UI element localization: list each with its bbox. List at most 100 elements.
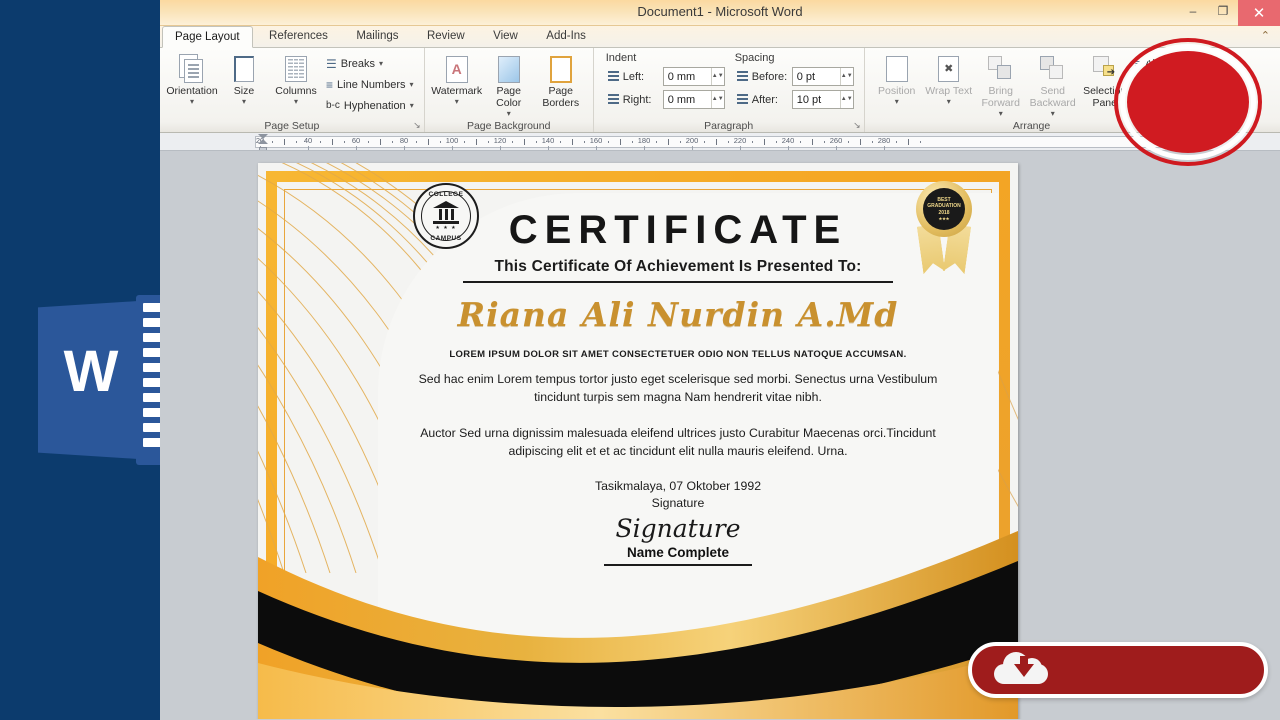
word-logo-fold: W [38,301,138,459]
screen-root: W Document1 - Microsoft Word – ❐ ✕ Page … [0,0,1280,720]
ruler-number: 220 [733,136,747,145]
indent-heading: Indent [605,52,637,64]
group-label-paragraph: Paragraph [704,120,754,132]
indent-marker[interactable] [258,134,268,150]
ruler-tick [488,141,489,143]
certificate-title: CERTIFICATE [508,208,848,252]
watermark-icon: A [431,53,483,85]
ruler-tab-stop[interactable] [356,146,357,150]
ruler-tab-stop[interactable] [500,146,501,150]
ruler-tab-stop[interactable] [788,146,789,150]
tab-view[interactable]: View [481,26,530,48]
indent-right-input[interactable]: 0 mm ▲▼ [662,90,725,109]
position-button[interactable]: Position ▾ [871,51,923,106]
hyphenation-button[interactable]: b‑c Hyphenation ▾ [322,95,418,116]
bring-forward-button[interactable]: Bring Forward ▾ [975,51,1027,118]
ruler-number: 240 [781,136,795,145]
certificate-paragraph-2: Auctor Sed urna dignissim malesuada elei… [420,425,936,458]
document-page[interactable]: COLLEGE ★ ★ ★ CAMPUS BEST GRADUATION 201… [258,163,1018,719]
wrap-text-button[interactable]: ✖ Wrap Text ▾ [923,51,975,106]
ruler-number: 60 [351,136,361,145]
breaks-button[interactable]: ☰ Breaks ▾ [322,53,418,74]
ruler-tick [536,141,537,143]
spacing-fields: Spacing Before: 0 pt ▲▼ After: 10 pt ▲▼ [729,51,858,113]
horizontal-ruler[interactable]: 20 40 60 80 100 120 140 160 180 200 220 240 260 280 [160,133,1280,151]
ruler-tick [776,141,777,143]
close-button[interactable]: ✕ [1238,0,1280,26]
ruler-tab-stop[interactable] [548,146,549,150]
ruler-tick [620,139,621,145]
ruler-tab-stop[interactable] [452,146,453,150]
record-button[interactable] [1114,38,1262,166]
page-color-button[interactable]: Page Color ▾ [483,51,535,118]
ruler-tick [680,141,681,143]
paragraph-dialog-launcher[interactable]: ↘ [853,120,861,131]
line-numbers-button[interactable]: ≡ Line Numbers ▾ [322,74,418,95]
page-color-icon [483,53,535,85]
indent-left-input[interactable]: 0 mm ▲▼ [662,67,725,86]
columns-button[interactable]: Columns ▾ [270,51,322,106]
cloud-download-icon [994,652,1048,688]
ruler-tab-stop[interactable] [692,146,693,150]
orientation-icon [166,53,218,85]
certificate-subtitle: This Certificate Of Achievement Is Prese… [494,258,862,275]
indent-left-stepper[interactable]: ▲▼ [710,68,724,85]
ruler-tick [800,141,801,143]
wrap-text-icon: ✖ [923,53,975,85]
ruler-tick [752,141,753,143]
spacing-after-input[interactable]: 10 pt ▲▼ [791,90,854,109]
collapse-ribbon-icon[interactable]: ⌃ [1261,29,1270,42]
tab-add-ins[interactable]: Add-Ins [534,26,598,48]
ruler-tab-stop[interactable] [836,146,837,150]
spacing-before-icon [733,70,748,83]
ruler-tick [320,141,321,143]
send-backward-button[interactable]: Send Backward ▾ [1027,51,1079,118]
ruler-number: 100 [445,136,459,145]
ruler-tab-stop[interactable] [404,146,405,150]
tab-review[interactable]: Review [415,26,477,48]
spacing-before-stepper[interactable]: ▲▼ [839,68,853,85]
watermark-button[interactable]: A Watermark ▾ [431,51,483,106]
ruler-tick [572,139,573,145]
orientation-button[interactable]: Orientation ▾ [166,51,218,106]
indent-right-stepper[interactable]: ▲▼ [710,91,724,108]
ruler-tick [728,141,729,143]
ruler-tick [920,141,921,143]
ruler-tick [872,141,873,143]
ruler-tick [860,139,861,145]
title-bar: Document1 - Microsoft Word – ❐ ✕ [160,0,1280,26]
ribbon-group-page-background: A Watermark ▾ Page Color ▾ Page Borders … [425,48,594,132]
tab-references[interactable]: References [257,26,340,48]
group-label-page-background: Page Background [466,120,551,132]
ruler-tab-stop[interactable] [596,146,597,150]
document-area[interactable]: COLLEGE ★ ★ ★ CAMPUS BEST GRADUATION 201… [160,151,1280,719]
indent-right-icon [604,93,619,106]
spacing-before-input[interactable]: 0 pt ▲▼ [791,67,854,86]
page-setup-dialog-launcher[interactable]: ↘ [413,120,421,131]
ruler-tick [392,141,393,143]
seal-top-text: COLLEGE [428,191,464,198]
certificate-text: CERTIFICATE This Certificate Of Achievem… [378,209,978,566]
ruler-tab-stop[interactable] [884,146,885,150]
ruler-tab-stop[interactable] [308,146,309,150]
size-button[interactable]: Size ▾ [218,51,270,106]
minimize-button[interactable]: – [1178,0,1208,22]
spacing-after-stepper[interactable]: ▲▼ [839,91,853,108]
page-borders-icon [535,53,587,85]
ruler-tab-stop[interactable] [740,146,741,150]
ruler-tab-stop[interactable] [644,146,645,150]
ruler-tick [716,139,717,145]
download-button[interactable] [968,642,1268,698]
certificate-divider [463,281,893,283]
tab-mailings[interactable]: Mailings [344,26,410,48]
ruler-tick [464,141,465,143]
page-borders-button[interactable]: Page Borders [535,51,587,109]
window-controls: – ❐ ✕ [1178,0,1280,26]
ruler-tick [440,141,441,143]
send-backward-icon [1027,53,1079,85]
ruler-tick [512,141,513,143]
columns-icon [270,53,322,85]
position-icon [871,53,923,85]
tab-page-layout[interactable]: Page Layout [162,26,253,48]
restore-button[interactable]: ❐ [1208,0,1238,22]
